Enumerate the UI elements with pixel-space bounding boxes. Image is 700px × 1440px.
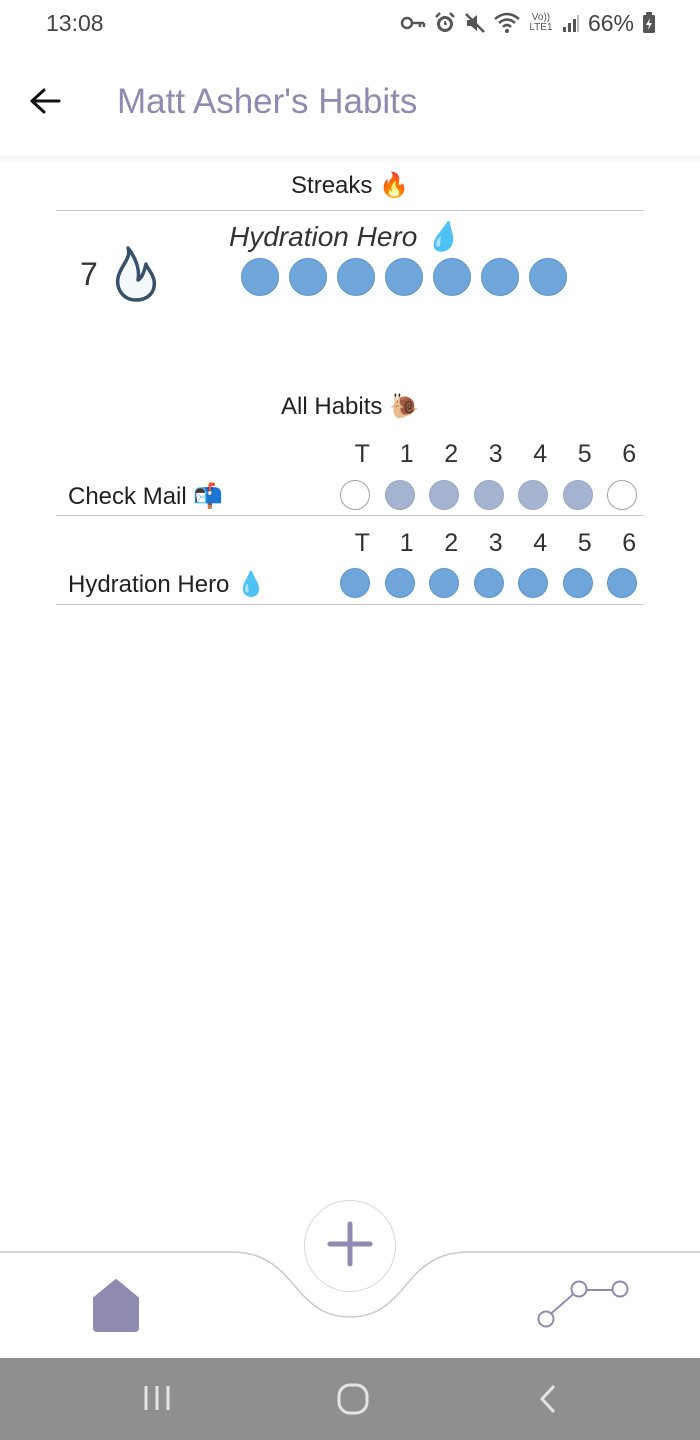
streak-dot [529, 258, 567, 296]
app-bar-shadow [0, 156, 700, 164]
day-label: T [354, 529, 370, 557]
bottom-nav [0, 1190, 700, 1358]
streak-dot [433, 258, 471, 296]
app-bar: Matt Asher's Habits [0, 56, 700, 156]
day-header: T 1 2 3 4 5 6 [340, 529, 652, 558]
mute-icon [464, 12, 486, 34]
habit-divider [56, 515, 644, 516]
habit-day-dot[interactable] [562, 568, 593, 598]
day-label: 3 [488, 440, 503, 468]
habit-day-dot[interactable] [562, 480, 593, 510]
habit-divider [56, 604, 644, 605]
habit-name-hydration-hero[interactable]: Hydration Hero 💧 [68, 570, 266, 599]
streak-dot [289, 258, 327, 296]
back-button[interactable] [22, 80, 68, 126]
day-label: 6 [622, 529, 637, 557]
habit-day-dot[interactable] [340, 480, 370, 510]
arrow-left-icon [29, 87, 61, 120]
day-label: 1 [399, 440, 414, 468]
streak-count: 7 [80, 256, 98, 292]
habit-day-dot[interactable] [429, 568, 459, 598]
home-system-button[interactable] [336, 1382, 370, 1421]
status-time: 13:08 [46, 10, 104, 36]
recent-apps-button[interactable] [142, 1382, 172, 1419]
alarm-icon [434, 12, 456, 34]
stats-button[interactable] [534, 1278, 634, 1333]
habit-day-dot[interactable] [429, 480, 459, 510]
habit-day-dot[interactable] [473, 568, 504, 598]
habit-day-dot[interactable] [518, 568, 548, 598]
habit-day-dot[interactable] [607, 480, 637, 510]
habit-day-dot[interactable] [384, 568, 415, 598]
streak-habit-name: Hydration Hero 💧 [229, 221, 460, 252]
home-button[interactable] [92, 1278, 140, 1337]
page-title: Matt Asher's Habits [117, 82, 418, 121]
streak-dots [241, 258, 567, 296]
wifi-icon [494, 12, 520, 34]
day-label: 3 [488, 529, 503, 557]
flame-icon [110, 244, 160, 309]
habit-day-dot[interactable] [340, 568, 370, 598]
day-label: 5 [577, 440, 592, 468]
day-label: 4 [533, 440, 548, 468]
habit-day-dot[interactable] [518, 480, 548, 510]
system-nav-bar [0, 1358, 700, 1440]
day-label: 6 [622, 440, 637, 468]
all-habits-title: All Habits 🐌 [281, 393, 419, 420]
streaks-title: Streaks 🔥 [291, 172, 409, 199]
habit-row-hydration-hero [340, 568, 637, 598]
key-icon [400, 15, 426, 31]
line-graph-icon [534, 1280, 634, 1332]
battery-percent: 66% [587, 9, 634, 36]
back-system-button[interactable] [536, 1382, 560, 1421]
add-habit-button[interactable] [304, 1200, 396, 1292]
habit-day-dot[interactable] [384, 480, 415, 510]
day-label: 2 [444, 529, 459, 557]
streak-dot [337, 258, 375, 296]
day-header: T 1 2 3 4 5 6 [340, 440, 652, 469]
streak-dot [385, 258, 423, 296]
signal-icon [562, 13, 580, 33]
day-label: 4 [533, 529, 548, 557]
streak-dot [241, 258, 279, 296]
day-label: T [354, 440, 370, 468]
network-label: Vo)) LTE1 [529, 12, 553, 33]
day-label: 2 [444, 440, 459, 468]
day-label: 5 [577, 529, 592, 557]
habit-row-check-mail [340, 480, 637, 510]
plus-icon [327, 1221, 373, 1272]
streak-dot [481, 258, 519, 296]
habit-name-check-mail[interactable]: Check Mail 📬 [68, 482, 223, 511]
habit-day-dot[interactable] [607, 568, 637, 598]
battery-icon [642, 12, 656, 34]
status-bar: 13:08 Vo)) LTE1 66% [0, 0, 700, 46]
streaks-divider [56, 210, 644, 211]
home-icon [92, 1279, 140, 1336]
status-icons: Vo)) LTE1 66% [400, 8, 656, 38]
habit-day-dot[interactable] [473, 480, 504, 510]
day-label: 1 [399, 529, 414, 557]
